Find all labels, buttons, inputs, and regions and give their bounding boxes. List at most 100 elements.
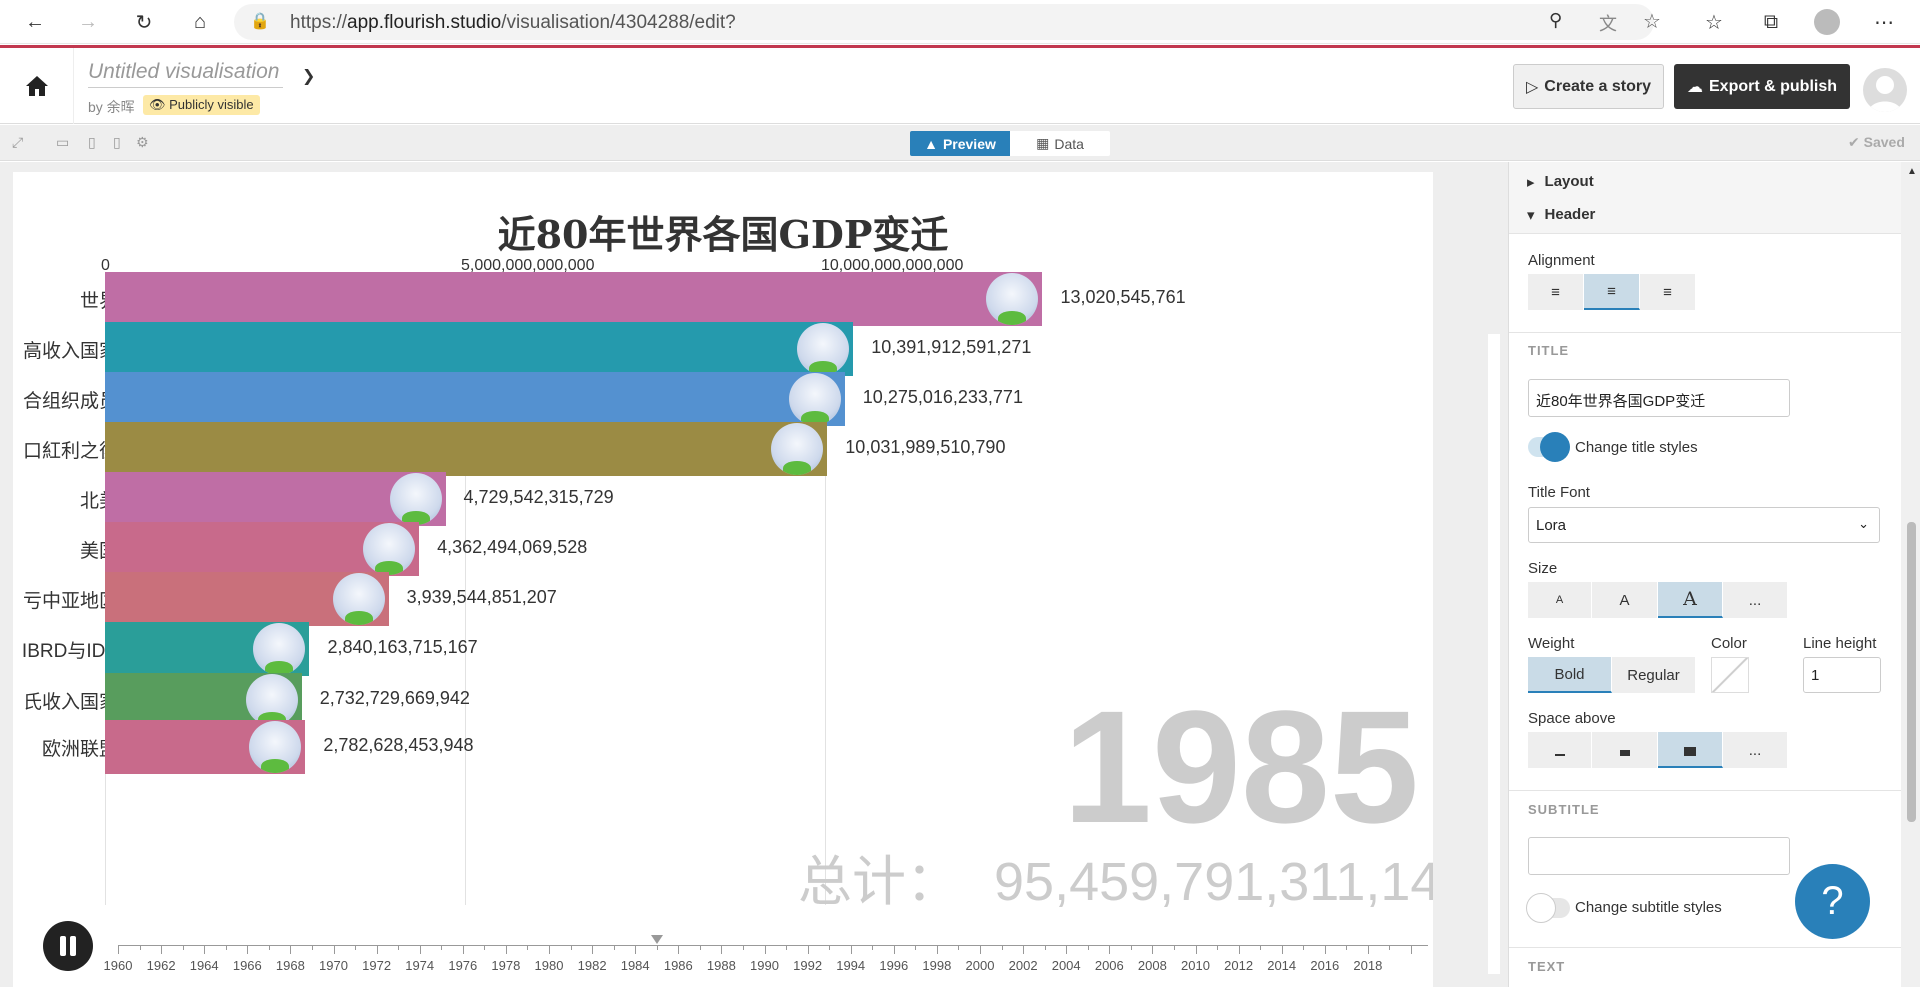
visibility-badge[interactable]: 👁 Publicly visible	[143, 95, 260, 115]
settings-gear-icon[interactable]: ⚙	[136, 134, 149, 151]
title-font-select[interactable]: Lora ⌄	[1528, 507, 1880, 543]
timeline-tick	[958, 945, 960, 950]
timeline-year-label: 1990	[750, 958, 779, 973]
table-icon: ▦	[1036, 135, 1050, 151]
zoom-icon[interactable]: ⚲	[1549, 10, 1562, 31]
forward-icon[interactable]: →	[74, 8, 102, 36]
chevron-down-icon[interactable]: ❯	[302, 66, 315, 86]
timeline-tick	[1109, 945, 1111, 954]
title-section-heading: TITLE	[1528, 343, 1570, 358]
house-icon	[25, 76, 48, 96]
timeline-year-label: 2016	[1310, 958, 1340, 973]
size-large-button[interactable]: A	[1658, 582, 1723, 618]
timeline-year-label: 1970	[319, 958, 348, 973]
timeline-tick	[807, 945, 809, 954]
scroll-up-icon[interactable]: ▲	[1907, 166, 1917, 177]
chart-icon: ▲	[924, 135, 938, 152]
bar-image-icon	[249, 721, 302, 773]
export-publish-button[interactable]: ☁ Export & publish	[1674, 64, 1850, 109]
favorite-star-icon[interactable]: ☆	[1643, 9, 1661, 34]
title-color-swatch[interactable]	[1711, 657, 1749, 693]
author-byline: by 余晖	[88, 99, 135, 115]
weight-regular-button[interactable]: Regular	[1612, 657, 1696, 693]
change-title-styles-toggle[interactable]	[1528, 432, 1570, 462]
timeline-slider[interactable]: 1960 1962 1964 1966 1968 1970 1972 1974 1976 1978…	[104, 935, 1428, 985]
bar-row: IBRD与IDA 2,840,163,715,167	[13, 622, 1433, 676]
timeline-tick	[872, 945, 874, 950]
mobile-icon[interactable]: ▯	[113, 134, 121, 151]
timeline-year-label: 1998	[922, 958, 952, 973]
subtitle-input[interactable]	[1528, 837, 1790, 875]
tablet-icon[interactable]: ▯	[88, 134, 96, 151]
title-input[interactable]: 近80年世界各国GDP变迁	[1528, 379, 1790, 417]
fullscreen-icon[interactable]: ⤢	[12, 134, 23, 151]
align-left-icon: ≡	[1551, 283, 1560, 301]
timeline-year-label: 1968	[275, 958, 305, 973]
alignment-label: Alignment	[1528, 252, 1595, 269]
timeline-tick	[1238, 945, 1240, 954]
align-center-button[interactable]: ≡	[1584, 274, 1640, 310]
bar-row: 口紅利之後 10,031,989,510,790	[13, 422, 1433, 476]
change-subtitle-styles-toggle[interactable]	[1526, 893, 1570, 923]
space-large-button[interactable]	[1658, 732, 1723, 768]
timeline-tick	[613, 945, 615, 950]
line-height-input[interactable]: 1	[1803, 657, 1881, 693]
bar-image-icon	[332, 573, 385, 625]
space-small-button[interactable]	[1528, 732, 1592, 768]
size-more-button[interactable]: ...	[1723, 582, 1788, 618]
title-font-label: Title Font	[1528, 484, 1590, 501]
caret-right-icon: ▸	[1527, 173, 1535, 191]
timeline-tick	[936, 945, 938, 954]
size-medium-button[interactable]: A	[1592, 582, 1658, 618]
user-avatar[interactable]	[1863, 68, 1907, 112]
timeline-tick	[699, 945, 701, 950]
pause-button[interactable]	[43, 921, 93, 971]
timeline-tick	[1195, 945, 1197, 954]
translate-icon[interactable]: 文	[1599, 10, 1617, 36]
favorites-icon[interactable]: ☆	[1700, 8, 1728, 36]
back-icon[interactable]: ←	[21, 8, 49, 36]
timeline-tick	[139, 945, 141, 950]
timeline-position-marker[interactable]	[650, 935, 663, 944]
subtitle-section-heading: SUBTITLE	[1528, 802, 1600, 817]
lock-icon: 🔒	[250, 13, 270, 30]
help-button[interactable]: ?	[1795, 864, 1870, 939]
timeline-tick	[742, 945, 744, 950]
home-button[interactable]	[0, 48, 74, 124]
tab-data[interactable]: ▦ Data	[1010, 131, 1110, 156]
space-medium-button[interactable]	[1592, 732, 1658, 768]
timeline-tick	[1152, 945, 1154, 954]
home-icon[interactable]: ⌂	[186, 8, 214, 36]
color-label: Color	[1711, 635, 1747, 652]
timeline-year-label: 1964	[189, 958, 219, 973]
divider	[1509, 790, 1901, 791]
create-story-button[interactable]: ▷ Create a story	[1513, 64, 1664, 109]
bar-value: 4,362,494,069,528	[437, 537, 588, 557]
weight-bold-button[interactable]: Bold	[1528, 657, 1612, 693]
timeline-tick	[247, 945, 249, 954]
align-right-button[interactable]: ≡	[1640, 274, 1696, 310]
timeline-tick	[1217, 945, 1219, 950]
space-more-button[interactable]: ...	[1723, 732, 1788, 768]
align-left-button[interactable]: ≡	[1528, 274, 1584, 310]
address-bar[interactable]: 🔒 https://app.flourish.studio/visualisat…	[234, 4, 1661, 40]
desktop-icon[interactable]: ▭	[56, 134, 69, 151]
bar-value: 10,391,912,591,271	[871, 337, 1032, 357]
tab-preview[interactable]: ▲ Preview	[910, 131, 1010, 156]
panel-scrollbar[interactable]: ▲	[1901, 162, 1920, 987]
visualisation-title[interactable]: Untitled visualisation	[88, 60, 283, 88]
timeline-year-label: 1982	[577, 958, 607, 973]
size-small-button[interactable]: A	[1528, 582, 1592, 618]
refresh-icon[interactable]: ↻	[130, 8, 158, 36]
weight-buttons: Bold Regular	[1528, 657, 1696, 693]
more-icon[interactable]: ⋯	[1870, 8, 1898, 36]
scroll-thumb[interactable]	[1907, 522, 1916, 822]
timeline-tick	[204, 945, 206, 954]
profile-icon[interactable]	[1813, 8, 1841, 36]
bar	[105, 422, 828, 476]
bar-label: IBRD与IDA	[21, 641, 118, 662]
timeline-tick	[721, 945, 723, 954]
alignment-buttons: ≡ ≡ ≡	[1528, 274, 1696, 310]
section-header[interactable]: ▾ Header	[1509, 196, 1901, 234]
collections-icon[interactable]: ⧉	[1757, 8, 1785, 36]
